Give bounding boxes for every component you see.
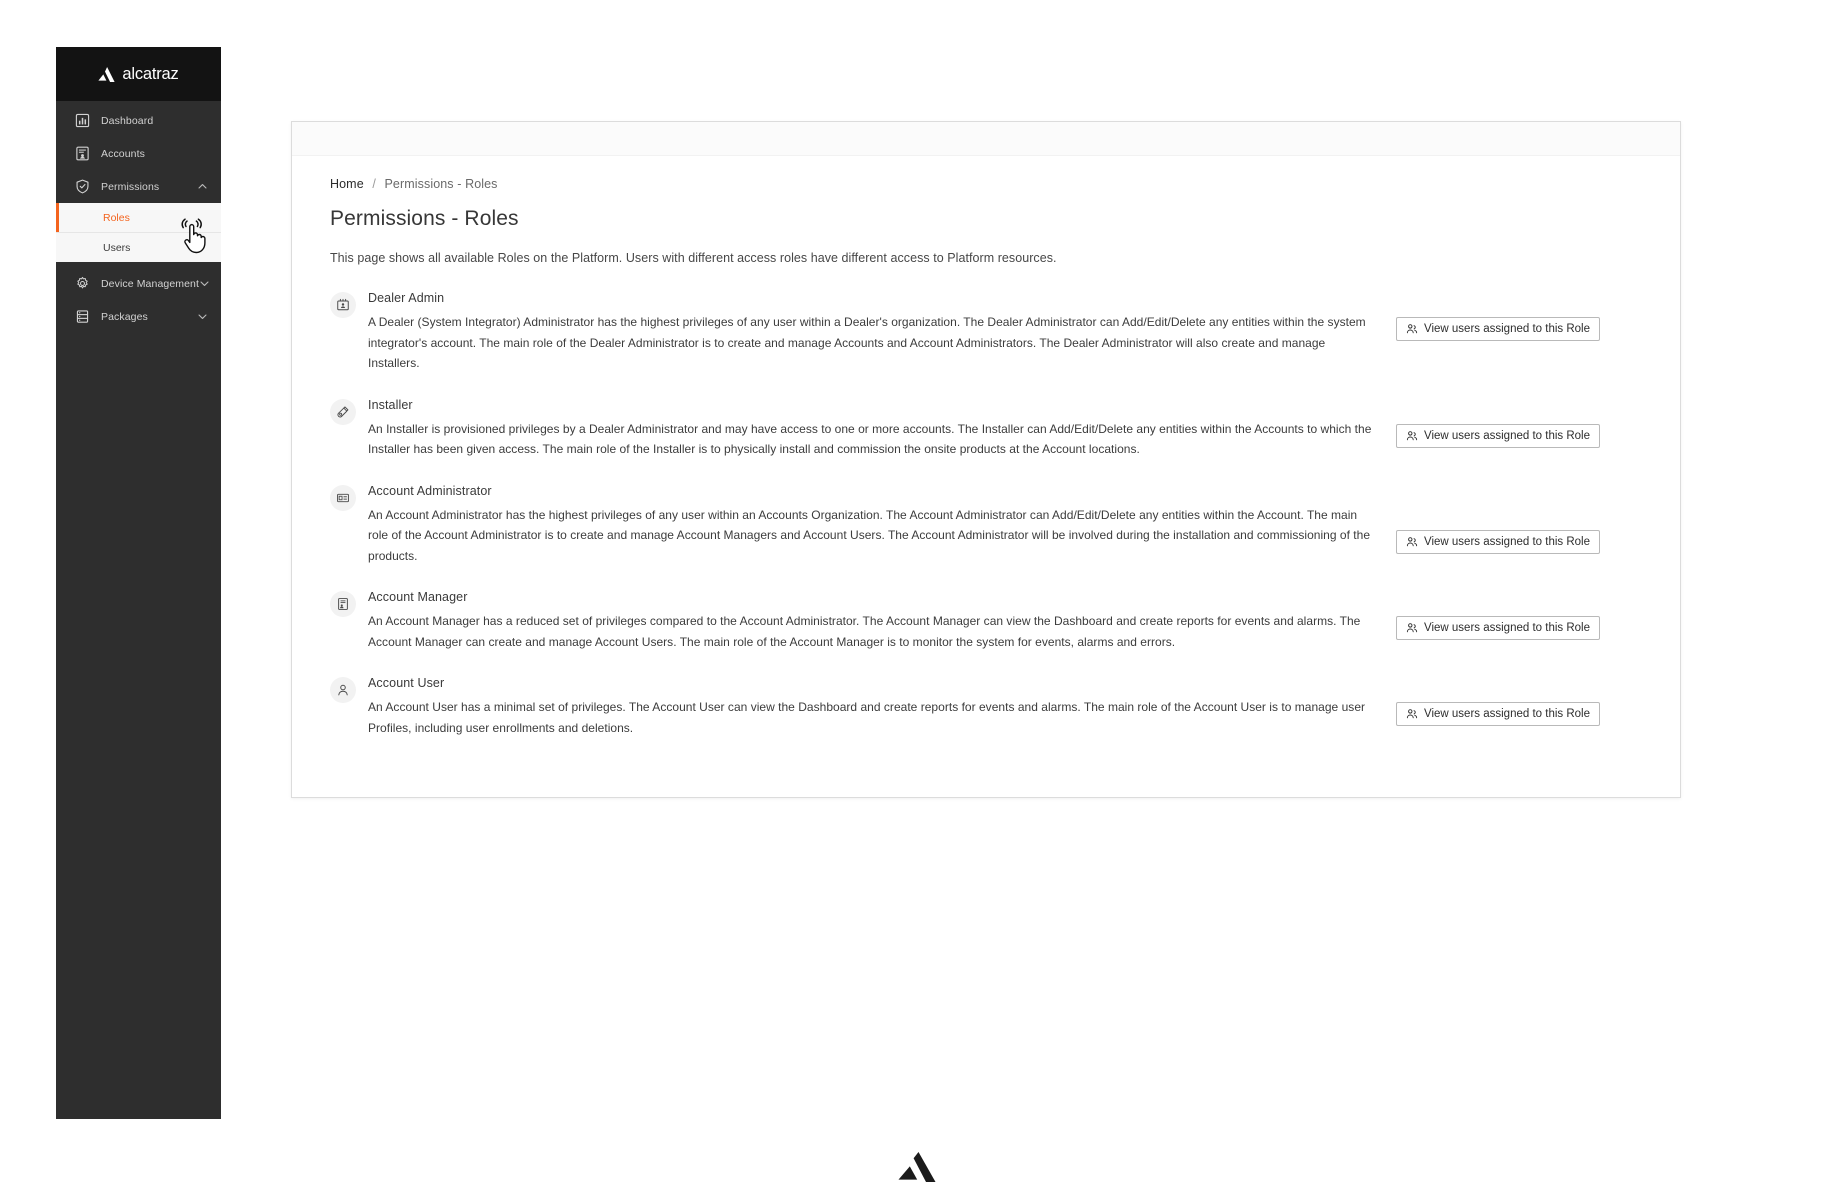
view-users-assigned-label: View users assigned to this Role	[1424, 429, 1590, 442]
role-description: An Account User has a minimal set of pri…	[368, 700, 1366, 735]
account-list-icon	[75, 146, 90, 161]
chevron-up-icon[interactable]	[197, 181, 208, 192]
shield-check-icon	[75, 179, 90, 194]
sidebar-item-packages[interactable]: Packages	[56, 300, 221, 333]
view-users-assigned-label: View users assigned to this Role	[1424, 708, 1590, 720]
page-description: This page shows all available Roles on t…	[330, 251, 1057, 265]
sidebar-item-label: Device Management	[101, 277, 199, 290]
brand-name: alcatraz	[122, 64, 179, 83]
role-name: Account Manager	[368, 590, 468, 604]
role-description: An Account Administrator has the highest…	[368, 507, 1371, 563]
page-title: Permissions - Roles	[330, 207, 519, 230]
role-description: An Account Manager has a reduced set of …	[368, 614, 1361, 649]
role-item-account-administrator: Account Administrator An Account Adminis…	[330, 484, 1642, 567]
view-users-assigned-label: View users assigned to this Role	[1424, 535, 1590, 548]
view-users-assigned-button[interactable]: View users assigned to this Role	[1396, 317, 1600, 341]
view-users-assigned-label: View users assigned to this Role	[1424, 323, 1590, 335]
document-user-icon	[330, 591, 356, 617]
gear-icon	[75, 276, 90, 291]
view-users-assigned-button[interactable]: View users assigned to this Role	[1396, 529, 1600, 554]
view-users-assigned-button[interactable]: View users assigned to this Role	[1396, 423, 1600, 448]
page-root: alcatraz Dashboard Accounts Permissions …	[0, 0, 1836, 1188]
role-action-cell: View users assigned to this Role	[1396, 398, 1606, 448]
sidebar-item-label: Packages	[101, 310, 148, 323]
sidebar-subitem-label: Roles	[103, 211, 130, 224]
sidebar-item-label: Accounts	[101, 147, 145, 160]
breadcrumb-separator: /	[372, 177, 376, 191]
sidebar-item-label: Dashboard	[101, 114, 154, 127]
sidebar-item-dashboard[interactable]: Dashboard	[56, 104, 221, 137]
role-action-cell: View users assigned to this Role	[1396, 484, 1606, 554]
role-description: A Dealer (System Integrator) Administrat…	[368, 315, 1366, 370]
permissions-submenu: Roles Users	[56, 203, 221, 262]
user-icon	[330, 677, 356, 703]
chevron-down-icon[interactable]	[199, 278, 210, 289]
alcatraz-logo-mark-icon	[98, 66, 116, 82]
sidebar-item-permissions[interactable]: Permissions	[56, 170, 221, 203]
view-users-assigned-button[interactable]: View users assigned to this Role	[1396, 616, 1600, 640]
sidebar-item-label: Permissions	[101, 180, 160, 193]
users-group-icon	[1406, 536, 1418, 548]
id-badge-icon	[330, 292, 356, 318]
sidebar-item-users[interactable]: Users	[56, 233, 221, 262]
sidebar-subitem-label: Users	[103, 241, 131, 254]
sidebar-item-accounts[interactable]: Accounts	[56, 137, 221, 170]
role-name: Account Administrator	[368, 483, 492, 498]
role-action-cell: View users assigned to this Role	[1396, 291, 1606, 341]
sidebar-item-device-management[interactable]: Device Management	[56, 267, 221, 300]
role-item-account-user: Account User An Account User has a minim…	[330, 676, 1642, 738]
id-card-icon	[330, 484, 356, 511]
role-name: Installer	[368, 397, 413, 412]
content-card: Home / Permissions - Roles Permissions -…	[291, 121, 1681, 798]
role-action-cell: View users assigned to this Role	[1396, 590, 1606, 640]
card-top-strip	[292, 122, 1680, 156]
role-item-account-manager: Account Manager An Account Manager has a…	[330, 590, 1642, 652]
view-users-assigned-button[interactable]: View users assigned to this Role	[1396, 702, 1600, 726]
role-text-block: Account User An Account User has a minim…	[356, 676, 1396, 738]
sidebar-item-roles[interactable]: Roles	[56, 203, 221, 232]
users-group-icon	[1406, 430, 1418, 442]
role-item-installer: Installer An Installer is provisioned pr…	[330, 398, 1642, 460]
card-body: Home / Permissions - Roles Permissions -…	[292, 156, 1680, 738]
breadcrumb-current: Permissions - Roles	[384, 177, 498, 191]
bar-chart-icon	[75, 113, 90, 128]
view-users-assigned-label: View users assigned to this Role	[1424, 622, 1590, 634]
brand-header: alcatraz	[56, 47, 221, 101]
sidebar: alcatraz Dashboard Accounts Permissions …	[56, 47, 221, 1119]
role-item-dealer-admin: Dealer Admin A Dealer (System Integrator…	[330, 291, 1642, 374]
role-name: Account User	[368, 676, 445, 690]
users-group-icon	[1406, 323, 1418, 335]
footer-logo	[898, 1152, 936, 1182]
role-text-block: Account Administrator An Account Adminis…	[356, 484, 1396, 567]
role-text-block: Installer An Installer is provisioned pr…	[356, 398, 1396, 460]
packages-icon	[75, 309, 90, 324]
screwdriver-tool-icon	[330, 398, 356, 425]
breadcrumb-home[interactable]: Home	[330, 177, 364, 191]
role-text-block: Account Manager An Account Manager has a…	[356, 590, 1396, 652]
role-description: An Installer is provisioned privileges b…	[368, 421, 1372, 457]
role-name: Dealer Admin	[368, 291, 445, 305]
users-group-icon	[1406, 622, 1418, 634]
role-text-block: Dealer Admin A Dealer (System Integrator…	[356, 291, 1396, 374]
sidebar-nav: Dashboard Accounts Permissions Roles Use…	[56, 101, 221, 333]
chevron-down-icon[interactable]	[197, 311, 208, 322]
role-action-cell: View users assigned to this Role	[1396, 676, 1606, 726]
breadcrumb: Home / Permissions - Roles	[330, 177, 1642, 191]
users-group-icon	[1406, 708, 1418, 720]
